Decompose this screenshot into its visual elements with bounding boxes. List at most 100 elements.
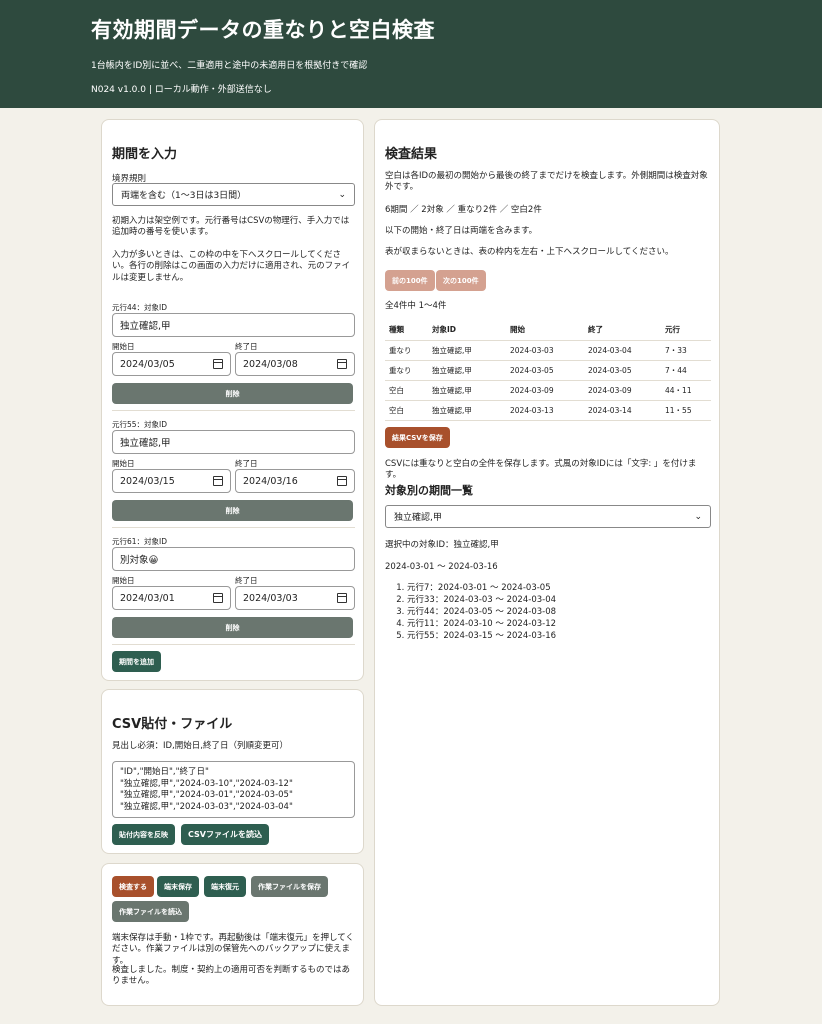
column-header: 対象ID — [432, 320, 510, 341]
table-header-row: 種類 対象ID 開始 終了 元行 — [385, 320, 711, 341]
entry-row-label: 元行55：対象ID — [112, 420, 168, 429]
divider — [112, 527, 355, 528]
cell-rows: 7・33 — [665, 340, 711, 361]
calendar-icon[interactable] — [213, 359, 223, 369]
entry-row-label: 元行44：対象ID — [112, 303, 168, 312]
end-date-label: 終了日 — [235, 342, 258, 351]
table-row: 空白 独立確認,甲 2024-03-09 2024-03-09 44・11 — [385, 380, 711, 401]
input-note-1: 初期入力は架空例です。元行番号はCSVの物理行、手入力では追加時の番号を使います… — [112, 216, 350, 238]
load-work-file-button[interactable]: 作業ファイルを読込 — [112, 901, 189, 922]
list-item: 元行11：2024-03-10 〜 2024-03-12 — [407, 618, 556, 630]
csv-textarea[interactable]: "ID","開始日","終了日" "独立確認,甲","2024-03-10","… — [112, 761, 355, 818]
inclusive-note: 以下の開始・終了日は両端を含みます。 — [385, 226, 538, 236]
target-range-text: 2024-03-01 〜 2024-03-16 — [385, 562, 498, 572]
start-date-label: 開始日 — [112, 576, 135, 585]
cell-type: 空白 — [385, 400, 432, 421]
divider — [112, 644, 355, 645]
action-panel: 検査する 端末保存 端末復元 作業ファイルを保存 作業ファイルを読込 端末保存は… — [101, 863, 364, 1006]
cell-start: 2024-03-13 — [510, 400, 588, 421]
apply-paste-button[interactable]: 貼付内容を反映 — [112, 824, 175, 845]
start-date-input[interactable]: 2024/03/15 — [112, 469, 231, 493]
end-date-label: 終了日 — [235, 459, 258, 468]
result-count: 全4件中 1〜4件 — [385, 301, 447, 311]
cell-id: 独立確認,甲 — [432, 380, 510, 401]
list-item: 元行33：2024-03-03 〜 2024-03-04 — [407, 594, 556, 606]
calendar-icon[interactable] — [337, 359, 347, 369]
app-header: 有効期間データの重なりと空白検査 1台帳内をID別に並べ、二重適用と途中の未適用… — [0, 0, 822, 108]
start-date-input[interactable]: 2024/03/05 — [112, 352, 231, 376]
start-date-value: 2024/03/01 — [120, 592, 175, 604]
csv-line: "独立確認,甲","2024-03-03","2024-03-04" — [120, 801, 293, 812]
end-date-input[interactable]: 2024/03/16 — [235, 469, 355, 493]
entry-id-input[interactable]: 別対象😀 — [112, 547, 355, 571]
prev-page-button[interactable]: 前の100件 — [385, 270, 435, 291]
delete-button[interactable]: 削除 — [112, 383, 353, 404]
cell-end: 2024-03-05 — [588, 360, 665, 381]
save-work-file-button[interactable]: 作業ファイルを保存 — [251, 876, 328, 897]
csv-panel: CSV貼付・ファイル 見出し必須：ID,開始日,終了日（列順変更可） "ID",… — [101, 689, 364, 854]
add-period-button[interactable]: 期間を追加 — [112, 651, 161, 672]
result-table: 種類 対象ID 開始 終了 元行 重なり 独立確認,甲 2024-03-03 2… — [385, 320, 711, 421]
action-note-1: 端末保存は手動・1枠です。再起動後は「端末復元」を押してください。作業ファイルは… — [112, 933, 355, 966]
cell-start: 2024-03-05 — [510, 360, 588, 381]
result-description: 空白は各IDの最初の開始から最後の終了までだけを検査します。外側期間は検査対象外… — [385, 171, 708, 193]
column-header: 開始 — [510, 320, 588, 341]
csv-save-note: CSVには重なりと空白の全件を保存します。式風の対象IDには「文字: 」を付けま… — [385, 459, 697, 481]
start-date-value: 2024/03/15 — [120, 475, 175, 487]
end-date-input[interactable]: 2024/03/08 — [235, 352, 355, 376]
delete-button[interactable]: 削除 — [112, 500, 353, 521]
csv-line: "独立確認,甲","2024-03-10","2024-03-12" — [120, 778, 293, 789]
start-date-value: 2024/03/05 — [120, 358, 175, 370]
end-date-value: 2024/03/16 — [243, 475, 298, 487]
cell-rows: 7・44 — [665, 360, 711, 381]
entry-id-value: 独立確認,甲 — [120, 321, 171, 332]
column-header: 終了 — [588, 320, 665, 341]
target-id-select[interactable]: 独立確認,甲 ⌄ — [385, 505, 711, 528]
entry-row-label: 元行61：対象ID — [112, 537, 168, 546]
cell-id: 独立確認,甲 — [432, 360, 510, 381]
divider — [112, 410, 355, 411]
result-panel-title: 検査結果 — [385, 147, 438, 162]
boundary-select[interactable]: 両端を含む（1〜3日は3日間） ⌄ — [112, 183, 355, 206]
save-result-csv-button[interactable]: 結果CSVを保存 — [385, 427, 450, 448]
entry-id-value: 独立確認,甲 — [120, 438, 171, 449]
start-date-label: 開始日 — [112, 342, 135, 351]
cell-end: 2024-03-04 — [588, 340, 665, 361]
input-panel-title: 期間を入力 — [112, 147, 178, 162]
cell-type: 重なり — [385, 340, 432, 361]
check-button[interactable]: 検査する — [112, 876, 154, 897]
load-csv-button[interactable]: CSVファイルを読込 — [181, 824, 269, 845]
period-list: 元行7：2024-03-01 〜 2024-03-05 元行33：2024-03… — [385, 582, 556, 642]
list-item: 元行44：2024-03-05 〜 2024-03-08 — [407, 606, 556, 618]
start-date-input[interactable]: 2024/03/01 — [112, 586, 231, 610]
input-note-2: 入力が多いときは、この枠の中を下へスクロールしてください。各行の削除はこの画面の… — [112, 250, 351, 283]
entry-id-input[interactable]: 独立確認,甲 — [112, 430, 355, 454]
cell-rows: 44・11 — [665, 380, 711, 401]
restore-local-button[interactable]: 端末復元 — [204, 876, 246, 897]
page-title: 有効期間データの重なりと空白検査 — [91, 18, 435, 42]
end-date-value: 2024/03/08 — [243, 358, 298, 370]
next-page-button[interactable]: 次の100件 — [436, 270, 486, 291]
cell-end: 2024-03-14 — [588, 400, 665, 421]
input-panel: 期間を入力 境界規則 両端を含む（1〜3日は3日間） ⌄ 初期入力は架空例です。… — [101, 119, 364, 681]
list-item: 元行55：2024-03-15 〜 2024-03-16 — [407, 630, 556, 642]
calendar-icon[interactable] — [213, 476, 223, 486]
calendar-icon[interactable] — [213, 593, 223, 603]
end-date-input[interactable]: 2024/03/03 — [235, 586, 355, 610]
calendar-icon[interactable] — [337, 593, 347, 603]
table-row: 重なり 独立確認,甲 2024-03-03 2024-03-04 7・33 — [385, 340, 711, 361]
chevron-down-icon: ⌄ — [694, 511, 702, 522]
period-list-title: 対象別の期間一覧 — [385, 484, 473, 497]
calendar-icon[interactable] — [337, 476, 347, 486]
column-header: 元行 — [665, 320, 711, 341]
column-header: 種類 — [385, 320, 432, 341]
entry-id-input[interactable]: 独立確認,甲 — [112, 313, 355, 337]
cell-id: 独立確認,甲 — [432, 400, 510, 421]
page-subtitle: 1台帳内をID別に並べ、二重適用と途中の未適用日を根拠付きで確認 — [91, 61, 368, 71]
start-date-label: 開始日 — [112, 459, 135, 468]
cell-start: 2024-03-09 — [510, 380, 588, 401]
delete-button[interactable]: 削除 — [112, 617, 353, 638]
end-date-label: 終了日 — [235, 576, 258, 585]
save-local-button[interactable]: 端末保存 — [157, 876, 199, 897]
end-date-value: 2024/03/03 — [243, 592, 298, 604]
